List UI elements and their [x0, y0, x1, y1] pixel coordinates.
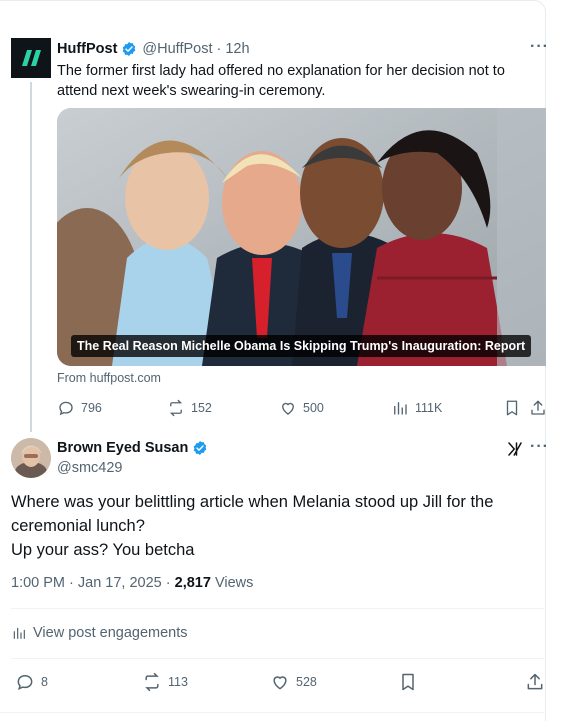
- main-share-button[interactable]: [525, 671, 545, 693]
- views-chart-icon: [13, 627, 25, 639]
- huffpost-avatar[interactable]: [11, 38, 51, 78]
- parent-reply-button[interactable]: 796: [57, 398, 102, 418]
- panel-bottom-border: [0, 712, 546, 713]
- main-more-options-icon[interactable]: ···: [530, 438, 549, 456]
- parent-like-count: 500: [303, 401, 324, 415]
- article-card-title[interactable]: The Real Reason Michelle Obama Is Skippi…: [71, 335, 532, 357]
- verified-badge-icon: [121, 41, 137, 57]
- parent-separator: ·: [216, 41, 222, 57]
- brown-eyed-susan-avatar[interactable]: [11, 438, 51, 478]
- main-repost-count: 113: [168, 675, 188, 689]
- article-photo: [57, 108, 546, 366]
- parent-bookmark-button[interactable]: [503, 398, 521, 418]
- parent-action-bar: 796 152 500 111K: [57, 398, 546, 418]
- view-engagements-link[interactable]: View post engagements: [11, 625, 188, 641]
- main-like-count: 528: [296, 675, 317, 689]
- main-like-button[interactable]: 528: [270, 671, 317, 693]
- main-reply-count: 8: [41, 675, 48, 689]
- parent-views-count: 111K: [415, 401, 443, 415]
- bookmark-icon: [402, 673, 414, 691]
- views-count: 2,817: [174, 575, 211, 591]
- main-repost-button[interactable]: 113: [142, 671, 188, 693]
- main-tweet-line: Up your ass? You betcha: [11, 541, 195, 559]
- view-engagements-label: View post engagements: [33, 625, 188, 641]
- parent-reply-count: 796: [81, 401, 102, 415]
- article-card-image[interactable]: The Real Reason Michelle Obama Is Skippi…: [57, 108, 546, 366]
- main-tweet-text: Where was your belittling article when M…: [11, 490, 531, 562]
- parent-author-name[interactable]: HuffPost: [57, 41, 117, 57]
- parent-repost-count: 152: [191, 401, 212, 415]
- divider: [11, 608, 546, 609]
- article-source[interactable]: From huffpost.com: [57, 371, 161, 385]
- tweet-metadata: 1:00 PM · Jan 17, 2025 · 2,817 Views: [11, 575, 253, 591]
- main-bookmark-button[interactable]: [398, 671, 418, 693]
- parent-more-options-icon[interactable]: ···: [530, 38, 549, 56]
- verified-badge-icon: [192, 440, 208, 456]
- main-handle[interactable]: @smc429: [57, 460, 123, 476]
- main-tweet-line: ceremonial lunch?: [11, 517, 145, 535]
- page-gutter: [546, 0, 566, 721]
- views-label: Views: [210, 575, 254, 591]
- parent-views-button[interactable]: 111K: [391, 398, 442, 418]
- reply-icon: [59, 401, 73, 416]
- main-author-name[interactable]: Brown Eyed Susan: [57, 440, 188, 456]
- parent-time[interactable]: 12h: [225, 41, 249, 57]
- share-icon: [531, 400, 545, 415]
- thread-connector-line: [30, 82, 32, 432]
- repost-icon: [169, 399, 183, 417]
- reply-icon: [17, 674, 33, 690]
- main-tweet-line: Where was your belittling article when M…: [11, 493, 494, 511]
- main-reply-button[interactable]: 8: [15, 671, 48, 693]
- parent-handle[interactable]: @HuffPost: [142, 41, 212, 57]
- divider: [11, 658, 546, 659]
- parent-tweet-text: The former first lady had offered no exp…: [57, 63, 505, 99]
- main-author-row: Brown Eyed Susan: [57, 440, 208, 456]
- share-icon: [527, 673, 543, 690]
- parent-share-button[interactable]: [529, 398, 547, 418]
- parent-like-button[interactable]: 500: [279, 398, 324, 418]
- parent-repost-button[interactable]: 152: [167, 398, 212, 418]
- parent-author-row: HuffPost @HuffPost · 12h: [57, 40, 250, 58]
- bookmark-icon: [506, 400, 518, 416]
- heart-icon: [282, 402, 294, 415]
- heart-icon: [273, 676, 287, 690]
- tweet-timestamp[interactable]: 1:00 PM · Jan 17, 2025 ·: [11, 575, 175, 591]
- main-action-bar: 8 113 528: [11, 671, 546, 693]
- repost-icon: [145, 672, 159, 692]
- grok-icon[interactable]: [506, 440, 524, 463]
- views-chart-icon: [394, 402, 407, 415]
